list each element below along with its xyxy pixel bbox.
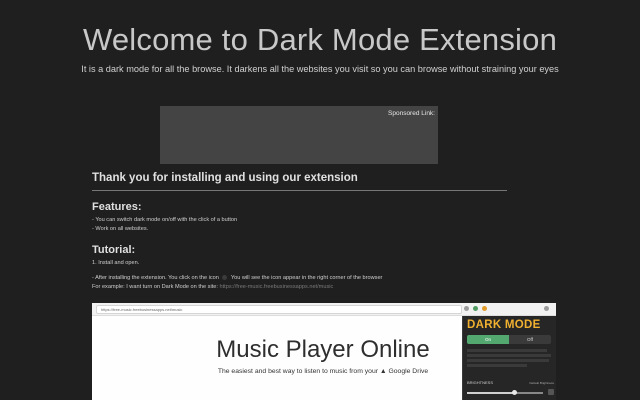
brightness-default: Default Brightness [529,381,554,385]
popup-description [467,348,551,369]
browser-toolbar: https://free-music.freebusinessapps.net/… [92,303,556,316]
thanks-heading: Thank you for installing and using our e… [92,172,507,191]
dark-mode-popup: DARK MODE On Off BRIGHTNESS Default Brig… [462,316,556,400]
brightness-slider [467,390,543,395]
toggle-off: Off [527,337,533,342]
brightness-fill [467,392,515,394]
screenshot-page-title: Music Player Online [216,336,430,363]
hero-subtitle: It is a dark mode for all the browse. It… [81,64,559,74]
reset-icon [548,389,554,395]
popup-toggle: On Off [467,335,551,344]
features-list: - You can switch dark mode on/off with t… [92,216,507,234]
tutorial-step-1: 1. Install and open. [92,260,140,266]
toggle-on: On [467,335,509,344]
tutorial-steps: 1. Install and open. - After installing … [92,259,507,292]
menu-icon [544,306,549,311]
tutorial-example: For example: I want turn on Dark Mode on… [92,283,507,292]
brightness-label: BRIGHTNESS [467,380,494,385]
extension-icon [482,306,487,311]
feature-item: - Work on all websites. [92,226,149,232]
browser-url-bar: https://free-music.freebusinessapps.net/… [96,305,462,314]
main-content: Thank you for installing and using our e… [92,172,507,292]
sponsored-label: Sponsored Link: [388,110,435,117]
features-title: Features: [92,201,142,213]
example-screenshot: https://free-music.freebusinessapps.net/… [92,303,556,400]
sponsored-ad-box[interactable]: Sponsored Link: [160,106,438,164]
popup-title: DARK MODE [467,319,541,331]
brightness-knob [511,390,517,395]
tutorial-step-2: - After installing the extension. You cl… [92,274,507,283]
screenshot-page-subtitle: The easiest and best way to listen to mu… [217,368,429,375]
extension-icon [222,275,228,281]
tutorial-step-2-text-b: You will see the icon appear in the righ… [230,275,383,281]
hero-title: Welcome to Dark Mode Extension [82,22,558,57]
extension-icon [473,306,478,311]
bookmark-icon [464,306,469,311]
screenshot-page: Music Player Online The easiest and best… [92,316,462,400]
example-prefix: For example: I want turn on Dark Mode on… [92,284,218,290]
feature-item: - You can switch dark mode on/off with t… [92,217,238,223]
example-link[interactable]: https://free-music.freebusinessapps.net/… [219,284,333,290]
tutorial-title: Tutorial: [92,244,136,256]
tutorial-step-2-text-a: - After installing the extension. You cl… [92,275,219,281]
